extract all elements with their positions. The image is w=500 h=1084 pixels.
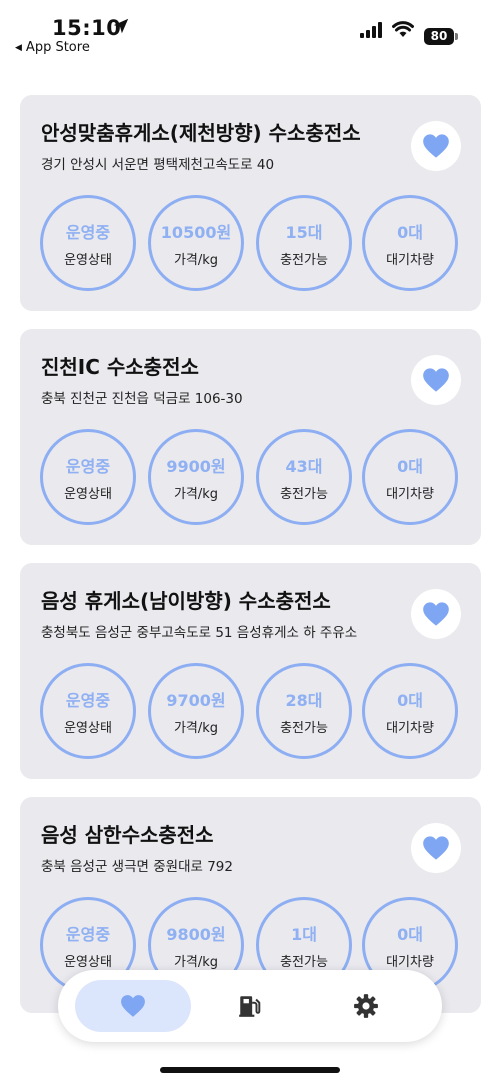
stat-value: 운영중 <box>65 222 111 242</box>
stat-value: 15대 <box>285 222 323 242</box>
stat-value: 9700원 <box>166 690 226 710</box>
back-to-app-button[interactable]: ◀ App Store <box>15 40 90 55</box>
stat-value: 9800원 <box>166 924 226 944</box>
battery-indicator: 80 <box>424 28 454 45</box>
back-app-label: App Store <box>25 40 90 55</box>
gear-icon <box>354 994 378 1018</box>
station-title: 음성 휴게소(남이방향) 수소충전소 <box>41 589 331 613</box>
stat-value: 0대 <box>397 690 423 710</box>
stat-value: 43대 <box>285 456 323 476</box>
heart-icon <box>423 368 449 392</box>
heart-icon <box>423 134 449 158</box>
favorite-button[interactable] <box>411 823 461 873</box>
price-stat: 10500원 가격/kg <box>148 195 244 291</box>
stat-label: 가격/kg <box>173 486 219 502</box>
stat-label: 대기차량 <box>386 486 434 502</box>
stat-label: 가격/kg <box>173 720 219 736</box>
station-address: 충북 진천군 진천읍 덕금로 106-30 <box>41 391 243 407</box>
stat-value: 운영중 <box>65 924 111 944</box>
status-time: 15:10 <box>52 16 122 40</box>
favorite-button[interactable] <box>411 589 461 639</box>
stat-value: 운영중 <box>65 690 111 710</box>
app-screen: 15:10 ◀ App Store 80 안성맞춤휴게소(제천방향) 수소충전소… <box>0 0 500 1084</box>
station-stats: 운영중 운영상태 9900원 가격/kg 43대 충전가능 0대 대기차량 <box>40 429 460 525</box>
available-stat: 15대 충전가능 <box>256 195 352 291</box>
stat-value: 운영중 <box>65 456 111 476</box>
stat-label: 충전가능 <box>280 252 328 268</box>
station-title: 음성 삼한수소충전소 <box>41 823 214 847</box>
waiting-stat: 0대 대기차량 <box>362 429 458 525</box>
battery-nub <box>455 33 458 40</box>
station-title: 진천IC 수소충전소 <box>41 355 199 379</box>
stat-label: 가격/kg <box>173 252 219 268</box>
stat-value: 1대 <box>291 924 317 944</box>
stat-value: 28대 <box>285 690 323 710</box>
station-card[interactable]: 음성 휴게소(남이방향) 수소충전소 충청북도 음성군 중부고속도로 51 음성… <box>20 563 481 779</box>
back-triangle-icon: ◀ <box>15 42 22 53</box>
bottom-tab-bar <box>58 970 442 1042</box>
station-address: 충청북도 음성군 중부고속도로 51 음성휴게소 하 주유소 <box>41 625 358 641</box>
tab-favorites[interactable] <box>75 980 191 1032</box>
station-address: 경기 안성시 서운면 평택제천고속도로 40 <box>41 157 275 173</box>
stat-value: 10500원 <box>160 222 232 242</box>
price-stat: 9700원 가격/kg <box>148 663 244 759</box>
waiting-stat: 0대 대기차량 <box>362 195 458 291</box>
tab-stations[interactable] <box>192 980 308 1032</box>
stat-label: 운영상태 <box>64 954 112 970</box>
wifi-icon <box>392 21 414 37</box>
available-stat: 43대 충전가능 <box>256 429 352 525</box>
station-title: 안성맞춤휴게소(제천방향) 수소충전소 <box>41 121 361 145</box>
station-card[interactable]: 안성맞춤휴게소(제천방향) 수소충전소 경기 안성시 서운면 평택제천고속도로 … <box>20 95 481 311</box>
stat-label: 대기차량 <box>386 720 434 736</box>
stat-value: 0대 <box>397 456 423 476</box>
fuel-pump-icon <box>239 996 261 1017</box>
station-stats: 운영중 운영상태 10500원 가격/kg 15대 충전가능 0대 대기차량 <box>40 195 460 291</box>
home-indicator <box>160 1067 340 1073</box>
stat-label: 대기차량 <box>386 954 434 970</box>
stat-label: 운영상태 <box>64 720 112 736</box>
location-arrow-icon <box>113 18 129 34</box>
tab-settings[interactable] <box>308 980 424 1032</box>
heart-icon <box>121 995 145 1017</box>
stat-value: 0대 <box>397 222 423 242</box>
status-stat: 운영중 운영상태 <box>40 429 136 525</box>
station-address: 충북 음성군 생극면 중원대로 792 <box>41 859 233 875</box>
favorite-button[interactable] <box>411 121 461 171</box>
price-stat: 9900원 가격/kg <box>148 429 244 525</box>
waiting-stat: 0대 대기차량 <box>362 663 458 759</box>
status-stat: 운영중 운영상태 <box>40 195 136 291</box>
favorite-button[interactable] <box>411 355 461 405</box>
heart-icon <box>423 602 449 626</box>
heart-icon <box>423 836 449 860</box>
available-stat: 28대 충전가능 <box>256 663 352 759</box>
stat-label: 가격/kg <box>173 954 219 970</box>
stat-label: 운영상태 <box>64 252 112 268</box>
station-card[interactable]: 진천IC 수소충전소 충북 진천군 진천읍 덕금로 106-30 운영중 운영상… <box>20 329 481 545</box>
stat-label: 충전가능 <box>280 954 328 970</box>
stat-label: 운영상태 <box>64 486 112 502</box>
stat-label: 충전가능 <box>280 486 328 502</box>
stat-label: 충전가능 <box>280 720 328 736</box>
cellular-signal-icon <box>360 22 382 38</box>
station-stats: 운영중 운영상태 9700원 가격/kg 28대 충전가능 0대 대기차량 <box>40 663 460 759</box>
status-stat: 운영중 운영상태 <box>40 663 136 759</box>
stat-label: 대기차량 <box>386 252 434 268</box>
stat-value: 9900원 <box>166 456 226 476</box>
stat-value: 0대 <box>397 924 423 944</box>
status-bar: 15:10 ◀ App Store 80 <box>0 0 500 64</box>
